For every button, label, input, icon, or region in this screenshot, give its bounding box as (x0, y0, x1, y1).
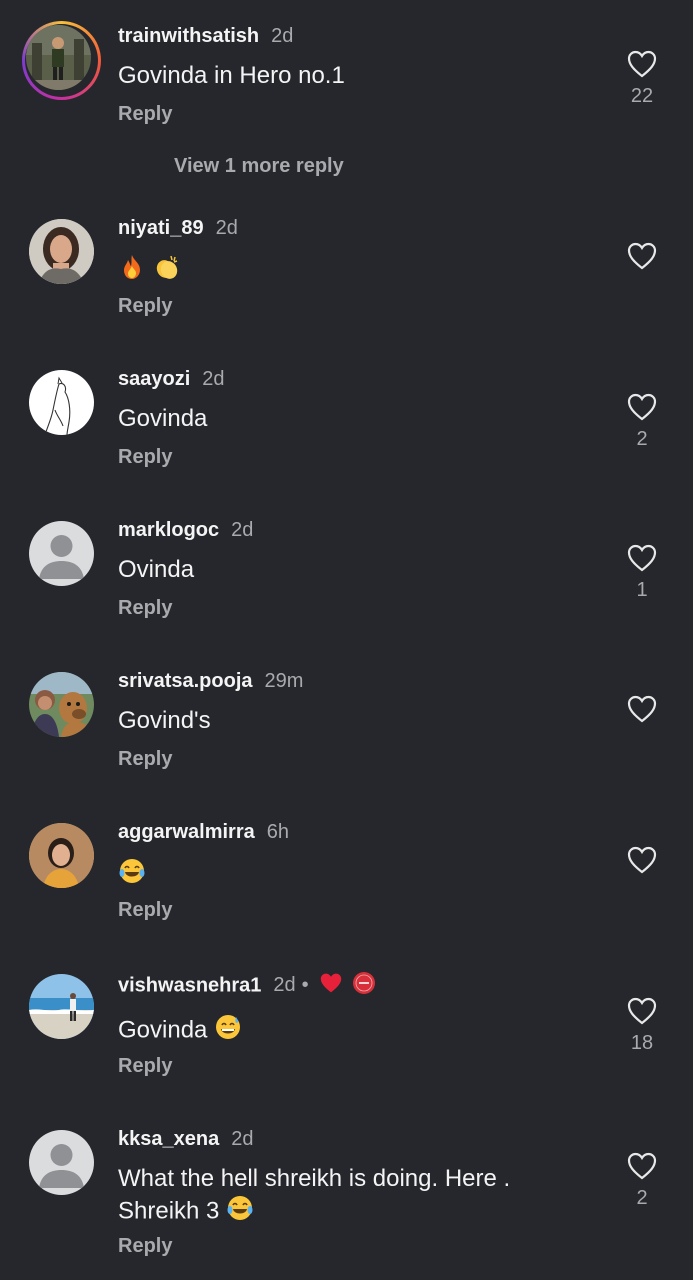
fire-emoji (118, 253, 146, 289)
reply-button[interactable]: Reply (118, 445, 172, 469)
like-count: 2 (636, 428, 648, 450)
timestamp: 2d (231, 1128, 254, 1150)
like-button[interactable] (620, 242, 664, 276)
comment-text-line: What the hell shreikh is doing. Here . (118, 1165, 511, 1192)
timestamp: 29m (264, 670, 304, 692)
heart-icon (627, 242, 657, 270)
comment-meta: trainwithsatish 2d (118, 24, 293, 48)
reply-button[interactable]: Reply (118, 596, 172, 620)
comment-text: Ovinda (118, 556, 195, 583)
timestamp: 2d (215, 217, 238, 239)
avatar[interactable] (29, 219, 94, 284)
comment-text: Govind's (118, 707, 211, 734)
username[interactable]: vishwasnehra1 (118, 974, 261, 996)
view-more-replies-button[interactable]: View 1 more reply (174, 154, 344, 178)
reply-button[interactable]: Reply (118, 747, 172, 771)
username[interactable]: trainwithsatish (118, 25, 259, 47)
like-button[interactable]: 2 (620, 393, 664, 451)
avatar[interactable] (29, 823, 94, 888)
comment-meta: niyati_89 2d (118, 216, 238, 240)
heart-icon (627, 50, 657, 78)
creator-badges (319, 971, 377, 1001)
creator-badge-icon (352, 971, 376, 1001)
heart-icon (627, 1152, 657, 1180)
comment-text: Govinda in Hero no.1 (118, 62, 345, 89)
comment-meta: kksa_xena 2d (118, 1127, 253, 1151)
like-button[interactable]: 1 (620, 544, 664, 602)
username[interactable]: niyati_89 (118, 217, 204, 239)
heart-icon (627, 544, 657, 572)
username[interactable]: srivatsa.pooja (118, 670, 253, 692)
reply-button[interactable]: Reply (118, 102, 172, 126)
username[interactable]: saayozi (118, 368, 190, 390)
comment-text: Govinda (118, 1013, 588, 1049)
reply-button[interactable]: Reply (118, 1054, 172, 1078)
comment-text: What the hell shreikh is doing. Here . S… (118, 1164, 588, 1230)
heart-icon (627, 997, 657, 1025)
timestamp: 2d (231, 519, 254, 541)
comment-text (118, 857, 588, 893)
like-count: 22 (630, 85, 654, 107)
comment-text-line: Shreikh 3 (118, 1194, 588, 1230)
like-button[interactable] (620, 695, 664, 729)
timestamp: 2d (271, 25, 294, 47)
avatar[interactable] (29, 974, 94, 1039)
clapping-hands-emoji (153, 253, 181, 289)
heart-icon (627, 393, 657, 421)
like-button[interactable]: 18 (620, 997, 664, 1055)
tears-of-joy-emoji (226, 1194, 254, 1230)
comment-text-body: Shreikh 3 (118, 1197, 220, 1225)
avatar-story-ring[interactable] (22, 21, 101, 100)
like-button[interactable]: 22 (620, 50, 664, 108)
avatar[interactable] (29, 672, 94, 737)
timestamp: 2d (273, 974, 296, 997)
separator-dot: • (301, 974, 309, 997)
like-count: 1 (636, 579, 648, 601)
comments-list: trainwithsatish 2d Govinda in Hero no.1 R… (0, 0, 693, 1280)
comment-text: Govinda (118, 405, 208, 432)
tears-of-joy-emoji (118, 857, 146, 893)
comment-meta: marklogoc 2d (118, 518, 253, 542)
comment-meta: vishwasnehra1 2d • (118, 971, 376, 1001)
like-button[interactable]: 2 (620, 1152, 664, 1210)
comment-meta: srivatsa.pooja 29m (118, 669, 303, 693)
comment-text-body: Govinda (118, 1016, 208, 1044)
comment-meta: aggarwalmirra 6h (118, 820, 289, 844)
like-button[interactable] (620, 846, 664, 880)
username[interactable]: marklogoc (118, 519, 219, 541)
avatar[interactable] (29, 1130, 94, 1195)
avatar[interactable] (29, 370, 94, 435)
like-count: 2 (636, 1187, 648, 1209)
like-count: 18 (630, 1032, 654, 1054)
comment-text (118, 253, 588, 289)
avatar[interactable] (29, 521, 94, 586)
timestamp: 6h (266, 821, 289, 843)
avatar (26, 25, 91, 90)
red-heart-badge (319, 972, 343, 1000)
heart-icon (627, 846, 657, 874)
grinning-sweat-emoji (214, 1013, 242, 1049)
username[interactable]: aggarwalmirra (118, 821, 255, 843)
username[interactable]: kksa_xena (118, 1128, 219, 1150)
comment-meta: saayozi 2d (118, 367, 225, 391)
reply-button[interactable]: Reply (118, 898, 172, 922)
reply-button[interactable]: Reply (118, 1234, 172, 1258)
timestamp: 2d (202, 368, 225, 390)
reply-button[interactable]: Reply (118, 294, 172, 318)
heart-icon (627, 695, 657, 723)
